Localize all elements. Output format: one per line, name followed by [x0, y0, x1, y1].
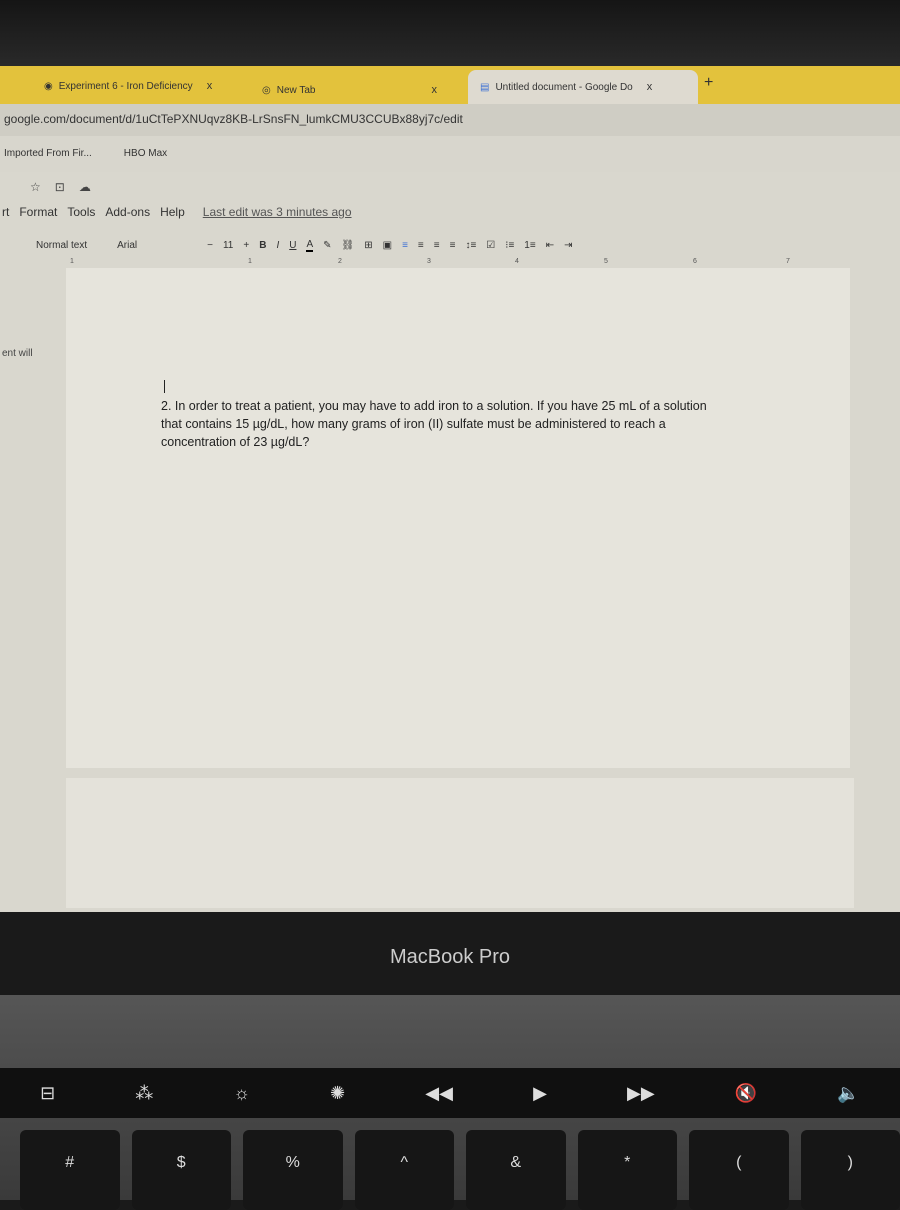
comment-icon[interactable]: ⊞: [364, 240, 372, 251]
indent-decrease-icon[interactable]: ⇤: [546, 240, 554, 251]
checklist-icon[interactable]: ☑: [486, 240, 495, 251]
menu-format[interactable]: Format: [19, 205, 57, 219]
volume-icon[interactable]: 🔈: [837, 1083, 859, 1104]
play-icon[interactable]: ▶: [533, 1083, 547, 1104]
align-right-icon[interactable]: ≡: [434, 240, 440, 251]
key-9[interactable]: (: [689, 1130, 789, 1210]
key-3[interactable]: #: [20, 1130, 120, 1210]
mute-icon[interactable]: 🔇: [735, 1083, 757, 1104]
bookmarks-bar: Imported From Fir... HBO Max: [0, 136, 900, 172]
toolbar: Normal text Arial − 11 + B I U A ✎ ⛓ ⊞ ▣…: [0, 232, 900, 258]
menu-bar: rt Format Tools Add-ons Help Last edit w…: [2, 205, 352, 219]
bullet-list-icon[interactable]: ⁝≡: [505, 240, 514, 251]
brightness-down-icon[interactable]: ☼: [233, 1083, 250, 1104]
justify-icon[interactable]: ≡: [450, 240, 456, 251]
menu-help[interactable]: Help: [160, 205, 185, 219]
brightness-up-icon[interactable]: ✺: [330, 1083, 345, 1104]
rewind-icon[interactable]: ◀◀: [425, 1083, 453, 1104]
question-paragraph[interactable]: 2. In order to treat a patient, you may …: [161, 397, 731, 451]
tab-experiment[interactable]: ◉Experiment 6 - Iron Deficiencyx: [44, 80, 212, 92]
close-icon[interactable]: x: [431, 84, 437, 96]
decrease-size-button[interactable]: −: [207, 240, 213, 251]
address-bar[interactable]: google.com/document/d/1uCtTePXNUqvz8KB-L…: [0, 104, 900, 136]
mission-control-icon[interactable]: ⊟: [40, 1083, 55, 1104]
font-select[interactable]: Arial: [117, 240, 137, 251]
italic-button[interactable]: I: [276, 240, 279, 251]
text-cursor: [164, 380, 165, 393]
align-center-icon[interactable]: ≡: [418, 240, 424, 251]
tab-bar: ◉Experiment 6 - Iron Deficiencyx ◎New Ta…: [0, 66, 900, 104]
font-size-input[interactable]: 11: [223, 240, 233, 251]
key-5[interactable]: %: [243, 1130, 343, 1210]
key-4[interactable]: $: [132, 1130, 232, 1210]
bookmark-imported[interactable]: Imported From Fir...: [4, 148, 92, 172]
document-page[interactable]: [66, 268, 850, 768]
bold-button[interactable]: B: [259, 240, 266, 251]
menu-insert[interactable]: rt: [2, 205, 9, 219]
chrome-icon: ◎: [262, 85, 271, 96]
tab-untitled-document[interactable]: ▤Untitled document - Google Dox: [468, 70, 698, 104]
document-page-2[interactable]: [66, 778, 854, 908]
underline-button[interactable]: U: [289, 240, 296, 251]
key-0[interactable]: ): [801, 1130, 900, 1210]
key-7[interactable]: &: [466, 1130, 566, 1210]
tab-new-tab[interactable]: ◎New Tabx: [262, 84, 437, 96]
text-color-button[interactable]: A: [306, 239, 313, 252]
globe-icon: ◉: [44, 81, 53, 92]
star-icon[interactable]: ☆: [30, 180, 41, 194]
highlight-icon[interactable]: ✎: [323, 240, 331, 251]
number-key-row: # $ % ^ & * ( ): [0, 1130, 900, 1200]
line-spacing-icon[interactable]: ↕≡: [465, 240, 476, 251]
close-icon[interactable]: x: [207, 80, 213, 92]
close-icon[interactable]: x: [647, 81, 653, 93]
menu-addons[interactable]: Add-ons: [105, 205, 150, 219]
launchpad-icon[interactable]: ⁂: [135, 1083, 153, 1104]
macbook-label: MacBook Pro: [0, 946, 900, 969]
style-select[interactable]: Normal text: [36, 240, 87, 251]
docs-app: ☆ ⊡ ☁ rt Format Tools Add-ons Help Last ed…: [0, 172, 900, 912]
docs-icon: ▤: [480, 82, 489, 93]
numbered-list-icon[interactable]: 1≡: [524, 240, 535, 251]
key-8[interactable]: *: [578, 1130, 678, 1210]
menu-tools[interactable]: Tools: [67, 205, 95, 219]
ruler[interactable]: 1 1 2 3 4 5 6 7: [60, 258, 840, 268]
new-tab-button[interactable]: +: [704, 74, 713, 92]
fast-forward-icon[interactable]: ▶▶: [627, 1083, 655, 1104]
increase-size-button[interactable]: +: [243, 240, 249, 251]
move-icon[interactable]: ⊡: [55, 180, 65, 194]
bookmark-hbo-max[interactable]: HBO Max: [124, 148, 167, 172]
cloud-icon[interactable]: ☁: [79, 180, 91, 194]
image-icon[interactable]: ▣: [383, 240, 392, 251]
outline-text: ent will: [2, 348, 33, 359]
indent-increase-icon[interactable]: ⇥: [564, 240, 572, 251]
last-edit-link[interactable]: Last edit was 3 minutes ago: [203, 205, 352, 219]
touch-bar: ⊟ ⁂ ☼ ✺ ◀◀ ▶ ▶▶ 🔇 🔈: [0, 1068, 900, 1118]
link-icon[interactable]: ⛓: [342, 240, 355, 251]
key-6[interactable]: ^: [355, 1130, 455, 1210]
screen-bezel: [0, 0, 900, 68]
align-left-icon[interactable]: ≡: [402, 240, 408, 251]
